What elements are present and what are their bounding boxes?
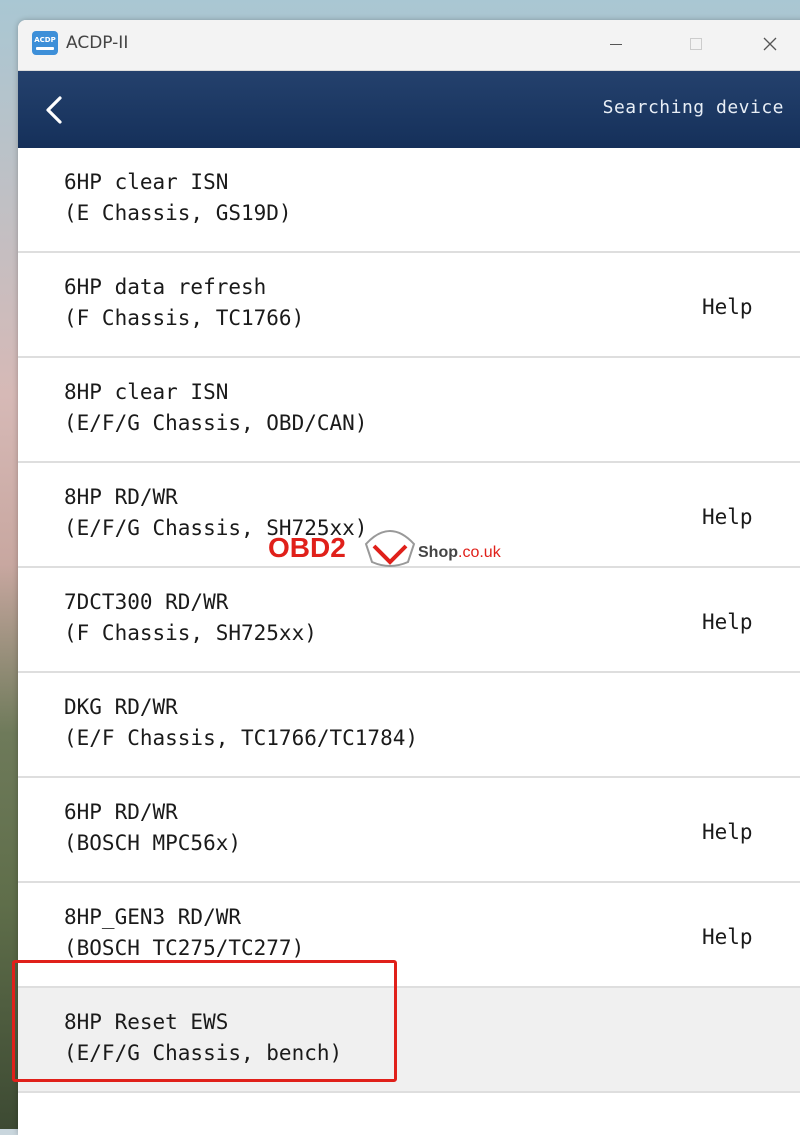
item-title: 8HP clear ISN (64, 380, 229, 404)
item-title: 6HP RD/WR (64, 800, 178, 824)
app-window: ACDP ACDP-II Searching device 6HP clear … (18, 20, 800, 1135)
item-subtitle: (BOSCH MPC56x) (64, 831, 242, 855)
list-item[interactable]: 8HP_GEN3 RD/WR (BOSCH TC275/TC277) Help (18, 883, 800, 988)
app-logo-icon: ACDP (32, 31, 58, 55)
list-item[interactable]: 6HP data refresh (F Chassis, TC1766) Hel… (18, 253, 800, 358)
window-title: ACDP-II (66, 33, 129, 53)
list-item[interactable]: 8HP clear ISN (E/F/G Chassis, OBD/CAN) (18, 358, 800, 463)
list-item[interactable]: DKG RD/WR (E/F Chassis, TC1766/TC1784) (18, 673, 800, 778)
item-subtitle: (E/F/G Chassis, SH725xx) (64, 516, 368, 540)
item-subtitle: (E/F/G Chassis, OBD/CAN) (64, 411, 368, 435)
maximize-button[interactable] (676, 30, 716, 58)
help-link[interactable]: Help (702, 505, 753, 529)
help-link[interactable]: Help (702, 610, 753, 634)
list-item[interactable]: 6HP clear ISN (E Chassis, GS19D) (18, 148, 800, 253)
item-title: 8HP Reset EWS (64, 1010, 229, 1034)
item-subtitle: (F Chassis, SH725xx) (64, 621, 317, 645)
item-subtitle: (F Chassis, TC1766) (64, 306, 305, 330)
item-subtitle: (E/F Chassis, TC1766/TC1784) (64, 726, 419, 750)
app-header: Searching device (18, 71, 800, 148)
item-title: 8HP_GEN3 RD/WR (64, 905, 242, 929)
app-logo-text: ACDP (34, 36, 56, 44)
list-item[interactable]: 8HP RD/WR (E/F/G Chassis, SH725xx) Help (18, 463, 800, 568)
item-title: 6HP clear ISN (64, 170, 229, 194)
status-text: Searching device (602, 97, 784, 118)
help-link[interactable]: Help (702, 925, 753, 949)
item-title: DKG RD/WR (64, 695, 178, 719)
item-subtitle: (BOSCH TC275/TC277) (64, 936, 305, 960)
item-title: 8HP RD/WR (64, 485, 178, 509)
function-list: 6HP clear ISN (E Chassis, GS19D) 6HP dat… (18, 148, 800, 1093)
list-item[interactable]: 6HP RD/WR (BOSCH MPC56x) Help (18, 778, 800, 883)
title-bar: ACDP ACDP-II (18, 20, 800, 71)
item-subtitle: (E Chassis, GS19D) (64, 201, 292, 225)
help-link[interactable]: Help (702, 295, 753, 319)
help-link[interactable]: Help (702, 820, 753, 844)
item-subtitle: (E/F/G Chassis, bench) (64, 1041, 343, 1065)
item-title: 7DCT300 RD/WR (64, 590, 229, 614)
minimize-button[interactable] (596, 30, 636, 58)
close-button[interactable] (750, 30, 790, 58)
back-button[interactable] (42, 95, 68, 125)
list-item[interactable]: 7DCT300 RD/WR (F Chassis, SH725xx) Help (18, 568, 800, 673)
list-item-selected[interactable]: 8HP Reset EWS (E/F/G Chassis, bench) (18, 988, 800, 1093)
back-arrow-icon (46, 96, 62, 124)
item-title: 6HP data refresh (64, 275, 267, 299)
close-icon (763, 37, 777, 51)
